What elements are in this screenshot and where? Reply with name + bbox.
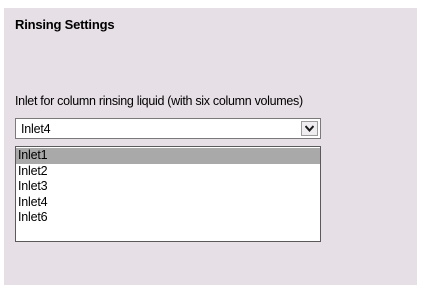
option-inlet4[interactable]: Inlet4 xyxy=(16,195,320,211)
section-title: Rinsing Settings xyxy=(15,17,115,32)
dropdown-arrow-button[interactable] xyxy=(301,121,318,136)
inlet-field-label: Inlet for column rinsing liquid (with si… xyxy=(15,94,303,108)
option-inlet1[interactable]: Inlet1 xyxy=(16,148,320,164)
chevron-down-icon xyxy=(305,125,314,132)
option-inlet6[interactable]: Inlet6 xyxy=(16,210,320,226)
inlet-select[interactable]: Inlet4 xyxy=(15,118,321,139)
option-inlet3[interactable]: Inlet3 xyxy=(16,179,320,195)
inlet-select-value: Inlet4 xyxy=(21,122,51,136)
inlet-options-list: Inlet1 Inlet2 Inlet3 Inlet4 Inlet6 xyxy=(15,146,321,242)
option-inlet2[interactable]: Inlet2 xyxy=(16,164,320,180)
rinsing-settings-panel: Rinsing Settings Inlet for column rinsin… xyxy=(4,8,417,285)
